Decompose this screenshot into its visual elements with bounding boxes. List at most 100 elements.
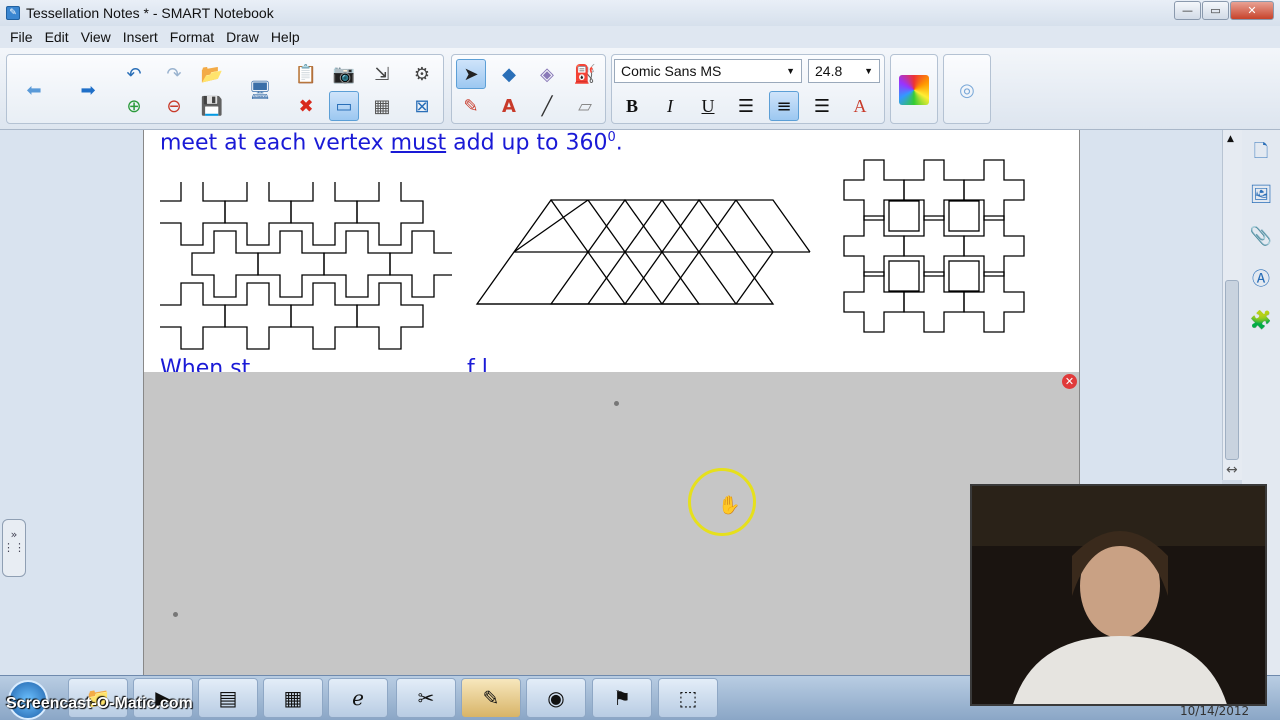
chevron-down-icon: ▼ <box>786 66 795 76</box>
properties-tab-icon[interactable]: Ⓐ <box>1246 262 1276 294</box>
attachments-icon[interactable]: 📎 <box>1246 220 1276 252</box>
menu-file[interactable]: File <box>4 29 39 45</box>
menu-help[interactable]: Help <box>265 29 306 45</box>
font-family-select[interactable]: Comic Sans MS ▼ <box>614 59 802 83</box>
cross-shape <box>160 182 226 246</box>
pens-icon[interactable]: ✎ <box>456 91 486 121</box>
properties-group <box>890 54 938 124</box>
screen-shade-icon[interactable]: ▭ <box>329 91 359 121</box>
arrow-right-icon[interactable]: ➡ <box>73 75 103 105</box>
font-size-value: 24.8 <box>815 63 843 79</box>
ie-task-icon[interactable]: ℯ <box>328 678 388 718</box>
cross-shape <box>356 282 424 350</box>
doc-camera-icon[interactable]: ⚙ <box>407 59 437 89</box>
transparency-group: ◎ <box>943 54 991 124</box>
smart-notebook-icon: ✎ <box>6 6 20 20</box>
cross-shape <box>843 159 905 221</box>
camera-icon[interactable]: 📷 <box>329 59 359 89</box>
screen-icon[interactable]: 🖥 <box>245 75 275 105</box>
menu-draw[interactable]: Draw <box>220 29 265 45</box>
paste-icon[interactable]: 📋 <box>291 59 321 89</box>
pdf-task-icon[interactable]: ⚑ <box>592 678 652 718</box>
cross-shape <box>257 230 325 298</box>
cross-tessellation-left <box>160 182 452 350</box>
text-icon[interactable]: A <box>494 91 524 121</box>
scroll-thumb[interactable] <box>1225 280 1239 460</box>
cross-shape <box>290 282 358 350</box>
table-icon[interactable]: ▦ <box>367 91 397 121</box>
magic-eraser-icon[interactable]: ▱ <box>570 91 600 121</box>
menu-edit[interactable]: Edit <box>39 29 75 45</box>
webcam-overlay <box>970 484 1267 706</box>
resize-icon[interactable]: ↔ <box>1226 462 1238 478</box>
cross-shape <box>323 230 391 298</box>
cross-shape <box>963 271 1025 333</box>
fill-icon[interactable]: ⛽ <box>570 59 600 89</box>
notebook-task-icon[interactable]: ✎ <box>461 678 521 718</box>
partial-text-line: When st .... .... .... .... .... .... f … <box>160 356 488 372</box>
menu-view[interactable]: View <box>75 29 117 45</box>
line-icon[interactable]: ╱ <box>532 91 562 121</box>
arrow-left-icon[interactable]: ⬅ <box>19 75 49 105</box>
hand-cursor-icon: ✋ <box>718 495 741 516</box>
font-size-select[interactable]: 24.8 ▼ <box>808 59 880 83</box>
chevron-down-icon: ▼ <box>864 66 873 76</box>
shade-dot <box>173 612 178 617</box>
cross-shape <box>903 215 965 277</box>
menu-insert[interactable]: Insert <box>117 29 164 45</box>
align-right-icon[interactable]: ☰ <box>807 91 837 121</box>
undo-icon[interactable]: ↶ <box>119 59 149 89</box>
eraser-icon[interactable]: ◈ <box>532 59 562 89</box>
camera-task-icon[interactable]: ◉ <box>526 678 586 718</box>
redo-icon[interactable]: ↷ <box>159 59 189 89</box>
transparency-icon[interactable]: ◎ <box>952 75 982 105</box>
snipping-task-icon[interactable]: ✂ <box>396 678 456 718</box>
delete-page-icon[interactable]: ⊖ <box>159 91 189 121</box>
maximize-button[interactable]: ▭ <box>1202 1 1229 20</box>
capture-task-icon[interactable]: ⬚ <box>658 678 718 718</box>
notebook-page[interactable]: meet at each vertex must add up to 3600. <box>143 130 1080 675</box>
addons-icon[interactable]: 🧩 <box>1246 304 1276 336</box>
calculator-task-icon[interactable]: ▦ <box>263 678 323 718</box>
menu-format[interactable]: Format <box>164 29 220 45</box>
cross-shape <box>963 159 1025 221</box>
cross-shape <box>224 282 292 350</box>
cross-shape <box>843 215 905 277</box>
clock-date: 10/14/2012 <box>1180 704 1250 718</box>
dual-view-icon[interactable]: ⊠ <box>407 91 437 121</box>
align-left-icon[interactable]: ☰ <box>731 91 761 121</box>
add-page-icon[interactable]: ⊕ <box>119 91 149 121</box>
title-bar: ✎ Tessellation Notes * - SMART Notebook … <box>0 0 1280 26</box>
window-controls: — ▭ ✕ <box>1173 1 1274 20</box>
underline-button[interactable]: U <box>693 91 723 121</box>
calendar-task-icon[interactable]: ▤ <box>198 678 258 718</box>
window-title: Tessellation Notes * - SMART Notebook <box>26 5 274 21</box>
shapes-icon[interactable]: ◆ <box>494 59 524 89</box>
square-shape <box>888 260 920 292</box>
open-folder-icon[interactable]: 📂 <box>197 59 227 89</box>
align-center-icon[interactable]: ≡ <box>769 91 799 121</box>
tessellation-figures <box>160 159 1025 350</box>
square-shape <box>888 200 920 232</box>
minimize-button[interactable]: — <box>1174 1 1201 20</box>
shade-close-icon[interactable]: ✕ <box>1062 374 1077 389</box>
scroll-up-icon[interactable]: ▲ <box>1227 134 1234 144</box>
cross-shape <box>963 215 1025 277</box>
select-arrow-icon[interactable]: ➤ <box>456 59 486 89</box>
vertical-scrollbar[interactable]: ▲ <box>1222 130 1242 480</box>
gallery-icon[interactable]: 🖼 <box>1246 178 1276 210</box>
page-sorter-icon[interactable]: 🗋 <box>1246 138 1276 170</box>
screen-shade[interactable] <box>144 372 1079 675</box>
full-screen-icon[interactable]: ⇲ <box>367 59 397 89</box>
color-palette-icon[interactable] <box>899 75 929 105</box>
cross-shape <box>290 182 358 246</box>
text-color-button[interactable]: A <box>845 91 875 121</box>
delete-icon[interactable]: ✖ <box>291 91 321 121</box>
sidebar-collapse-handle[interactable]: » ⋮⋮ <box>2 519 26 577</box>
square-shape <box>948 260 980 292</box>
bold-button[interactable]: B <box>617 91 647 121</box>
italic-button[interactable]: I <box>655 91 685 121</box>
triangle-tessellation <box>475 198 811 305</box>
close-button[interactable]: ✕ <box>1230 1 1274 20</box>
save-icon[interactable]: 💾 <box>197 91 227 121</box>
